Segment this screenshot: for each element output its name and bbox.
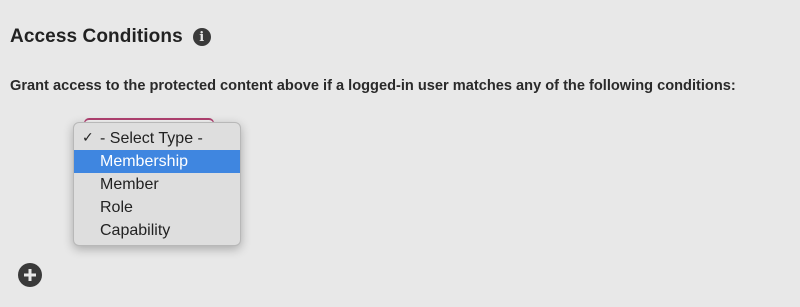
add-condition-button[interactable] bbox=[18, 263, 42, 287]
option-label: Role bbox=[100, 199, 133, 216]
info-icon[interactable]: i bbox=[192, 28, 211, 46]
option-label: - Select Type - bbox=[100, 130, 203, 147]
option-select-type[interactable]: ✓ - Select Type - bbox=[74, 127, 240, 150]
option-label: Membership bbox=[100, 153, 189, 170]
plus-circle-icon bbox=[24, 269, 36, 281]
checkmark-icon: ✓ bbox=[82, 130, 94, 146]
option-role[interactable]: Role bbox=[74, 196, 240, 219]
option-label: Member bbox=[100, 176, 159, 193]
option-membership[interactable]: Membership bbox=[74, 150, 240, 173]
option-label: Capability bbox=[100, 222, 171, 239]
option-member[interactable]: Member bbox=[74, 173, 240, 196]
option-capability[interactable]: Capability bbox=[74, 219, 240, 242]
section-description: Grant access to the protected content ab… bbox=[10, 78, 736, 94]
section-title: Access Conditions bbox=[10, 26, 183, 47]
section-header: Access Conditions i bbox=[10, 26, 211, 48]
type-select-dropdown: ✓ - Select Type - Membership Member Role… bbox=[73, 122, 241, 246]
